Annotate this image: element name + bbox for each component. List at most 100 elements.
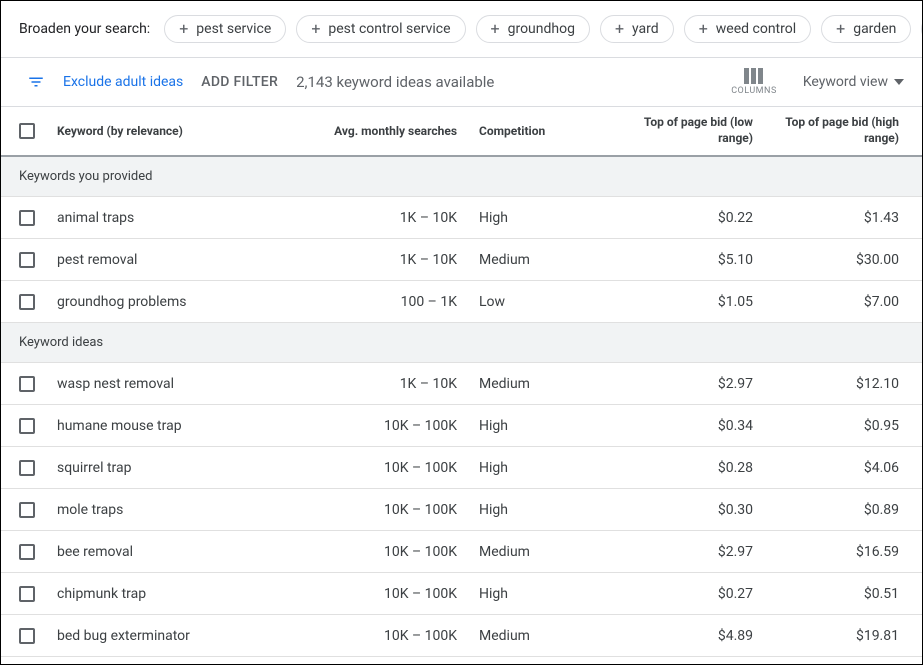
add-filter-button[interactable]: ADD FILTER	[201, 74, 278, 90]
cell-low-bid: $0.34	[625, 418, 765, 434]
cell-high-bid: $7.00	[765, 294, 915, 310]
cell-high-bid: $16.59	[765, 544, 915, 560]
row-checkbox[interactable]	[19, 628, 35, 644]
cell-low-bid: $2.97	[625, 376, 765, 392]
cell-low-bid: $5.10	[625, 252, 765, 268]
header-low-bid[interactable]: Top of page bid (low range)	[625, 115, 765, 146]
broaden-chip[interactable]: +pest inspection	[921, 15, 922, 43]
broaden-label: Broaden your search:	[19, 21, 150, 37]
cell-keyword: groundhog problems	[53, 294, 323, 310]
header-keyword[interactable]: Keyword (by relevance)	[53, 124, 323, 138]
broaden-chip[interactable]: +yard	[600, 15, 674, 43]
table-row[interactable]: bed bug exterminator10K – 100KMedium$4.8…	[1, 615, 922, 657]
broaden-chip[interactable]: + pest control service	[296, 15, 465, 43]
cell-low-bid: $2.97	[625, 544, 765, 560]
plus-icon: +	[179, 21, 188, 37]
cell-keyword: bee removal	[53, 544, 323, 560]
view-label: Keyword view	[803, 74, 888, 90]
cell-competition: High	[473, 502, 625, 518]
cell-searches: 1K – 10K	[323, 210, 473, 226]
cell-keyword: chipmunk trap	[53, 586, 323, 602]
cell-competition: High	[473, 460, 625, 476]
cell-competition: High	[473, 210, 625, 226]
header-searches[interactable]: Avg. monthly searches	[323, 124, 473, 138]
filter-icon[interactable]	[27, 73, 45, 91]
plus-icon: +	[699, 21, 708, 37]
cell-keyword: squirrel trap	[53, 460, 323, 476]
chip-label: groundhog	[508, 21, 575, 37]
chip-label: weed control	[716, 21, 796, 37]
cell-competition: Medium	[473, 252, 625, 268]
broaden-chip[interactable]: +garden	[821, 15, 911, 43]
table-row[interactable]: animal traps1K – 10KHigh$0.22$1.43	[1, 197, 922, 239]
keyword-table: Keyword (by relevance) Avg. monthly sear…	[1, 107, 922, 657]
cell-keyword: pest removal	[53, 252, 323, 268]
row-checkbox[interactable]	[19, 418, 35, 434]
cell-searches: 10K – 100K	[323, 544, 473, 560]
table-row[interactable]: squirrel trap10K – 100KHigh$0.28$4.06	[1, 447, 922, 489]
cell-low-bid: $0.27	[625, 586, 765, 602]
cell-high-bid: $0.95	[765, 418, 915, 434]
columns-button[interactable]: COLUMNS	[731, 68, 777, 96]
table-row[interactable]: chipmunk trap10K – 100KHigh$0.27$0.51	[1, 573, 922, 615]
header-competition[interactable]: Competition	[473, 124, 625, 138]
table-row[interactable]: wasp nest removal1K – 10KMedium$2.97$12.…	[1, 363, 922, 405]
chevron-down-icon	[894, 79, 904, 85]
header-high-bid[interactable]: Top of page bid (high range)	[765, 115, 915, 146]
cell-searches: 10K – 100K	[323, 586, 473, 602]
table-row[interactable]: groundhog problems100 – 1KLow$1.05$7.00	[1, 281, 922, 323]
cell-low-bid: $0.28	[625, 460, 765, 476]
table-section-header: Keywords you provided	[1, 157, 922, 197]
cell-searches: 10K – 100K	[323, 628, 473, 644]
cell-searches: 10K – 100K	[323, 418, 473, 434]
cell-searches: 100 – 1K	[323, 294, 473, 310]
plus-icon: +	[311, 21, 320, 37]
select-all-checkbox[interactable]	[19, 123, 35, 139]
keyword-view-dropdown[interactable]: Keyword view	[803, 74, 904, 90]
cell-keyword: mole traps	[53, 502, 323, 518]
cell-keyword: bed bug exterminator	[53, 628, 323, 644]
cell-searches: 10K – 100K	[323, 502, 473, 518]
cell-high-bid: $1.43	[765, 210, 915, 226]
table-row[interactable]: humane mouse trap10K – 100KHigh$0.34$0.9…	[1, 405, 922, 447]
broaden-chip[interactable]: + weed control	[684, 15, 811, 43]
cell-high-bid: $19.81	[765, 628, 915, 644]
row-checkbox[interactable]	[19, 502, 35, 518]
cell-high-bid: $0.89	[765, 502, 915, 518]
cell-high-bid: $0.51	[765, 586, 915, 602]
cell-low-bid: $1.05	[625, 294, 765, 310]
row-checkbox[interactable]	[19, 460, 35, 476]
cell-high-bid: $12.10	[765, 376, 915, 392]
cell-high-bid: $30.00	[765, 252, 915, 268]
cell-competition: Medium	[473, 376, 625, 392]
row-checkbox[interactable]	[19, 544, 35, 560]
row-checkbox[interactable]	[19, 586, 35, 602]
cell-keyword: wasp nest removal	[53, 376, 323, 392]
plus-icon: +	[836, 21, 845, 37]
exclude-adult-link[interactable]: Exclude adult ideas	[63, 74, 183, 90]
broaden-chip[interactable]: +groundhog	[476, 15, 590, 43]
row-checkbox[interactable]	[19, 252, 35, 268]
cell-competition: High	[473, 586, 625, 602]
cell-low-bid: $4.89	[625, 628, 765, 644]
broaden-chip[interactable]: + pest service	[164, 15, 286, 43]
table-row[interactable]: mole traps10K – 100KHigh$0.30$0.89	[1, 489, 922, 531]
cell-searches: 1K – 10K	[323, 376, 473, 392]
filter-toolbar: Exclude adult ideas ADD FILTER 2,143 key…	[1, 58, 922, 107]
cell-searches: 10K – 100K	[323, 460, 473, 476]
columns-label: COLUMNS	[731, 86, 777, 96]
chip-label: pest service	[196, 21, 271, 37]
cell-competition: Low	[473, 294, 625, 310]
row-checkbox[interactable]	[19, 210, 35, 226]
table-row[interactable]: bee removal10K – 100KMedium$2.97$16.59	[1, 531, 922, 573]
chip-label: yard	[632, 21, 659, 37]
table-row[interactable]: pest removal1K – 10KMedium$5.10$30.00	[1, 239, 922, 281]
columns-icon	[744, 68, 764, 84]
row-checkbox[interactable]	[19, 294, 35, 310]
row-checkbox[interactable]	[19, 376, 35, 392]
cell-competition: Medium	[473, 628, 625, 644]
chip-label: pest control service	[328, 21, 450, 37]
cell-competition: High	[473, 418, 625, 434]
cell-keyword: humane mouse trap	[53, 418, 323, 434]
cell-keyword: animal traps	[53, 210, 323, 226]
